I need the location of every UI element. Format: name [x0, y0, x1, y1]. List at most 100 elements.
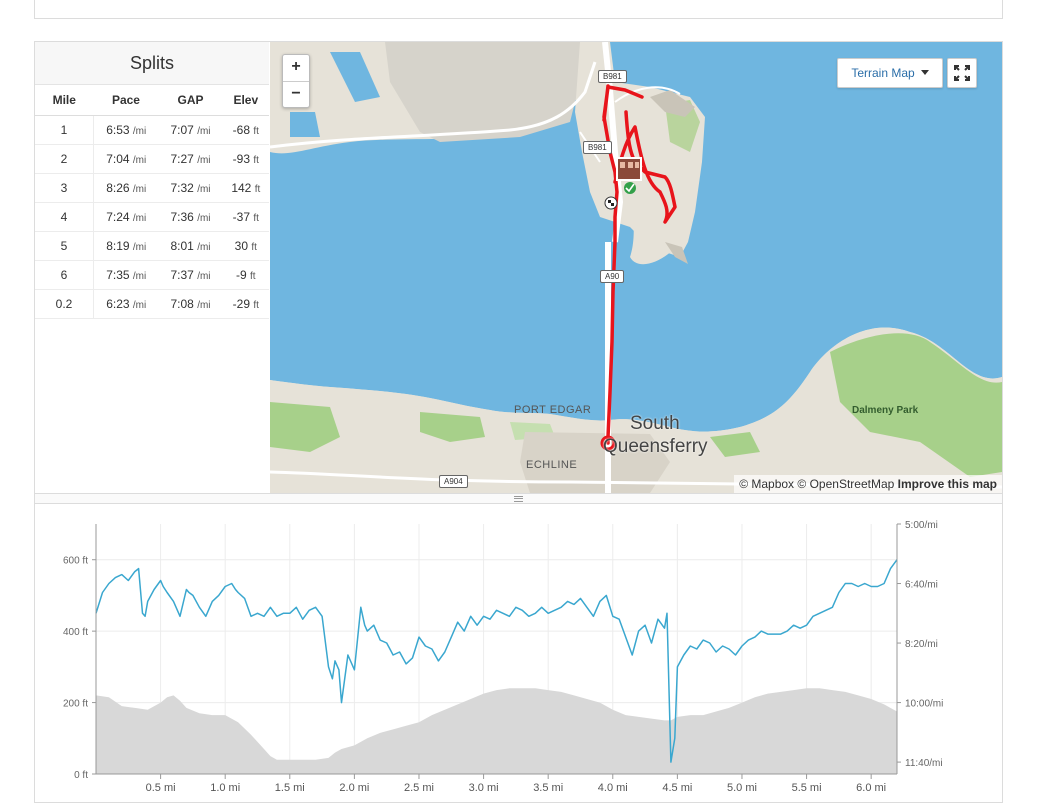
split-mile-value: 4 — [60, 210, 68, 224]
split-pace: 8:26 /mi — [93, 173, 159, 203]
y-left-tick-label: 400 ft — [63, 627, 88, 638]
split-gap-value: 7:08 — [170, 297, 194, 311]
fullscreen-button[interactable] — [947, 58, 977, 88]
zoom-in-button[interactable]: + — [283, 55, 309, 81]
x-tick-label: 1.5 mi — [275, 782, 305, 794]
split-mile-value: 6 — [60, 268, 68, 282]
split-elev: -9 ft — [222, 260, 269, 290]
split-gap: 7:07 /mi — [158, 115, 223, 145]
x-tick-label: 2.5 mi — [404, 782, 434, 794]
splits-panel: Splits Mile Pace GAP Elev 1 6:53 /mi 7:07 … — [35, 42, 269, 493]
split-row[interactable]: 3 8:26 /mi 7:32 /mi 142 ft — [35, 173, 269, 203]
x-tick-label: 1.0 mi — [210, 782, 240, 794]
splits-title: Splits — [35, 42, 269, 85]
split-row[interactable]: 1 6:53 /mi 7:07 /mi -68 ft — [35, 115, 269, 145]
previous-card-bottom — [34, 0, 1003, 19]
header-mile[interactable]: Mile — [35, 85, 94, 116]
split-elev: -29 ft — [222, 289, 269, 319]
split-mile: 5 — [35, 231, 94, 261]
header-elev[interactable]: Elev — [222, 85, 269, 116]
split-elev-value: -93 — [232, 152, 251, 166]
split-mile: 3 — [35, 173, 94, 203]
split-elev-unit: ft — [254, 184, 261, 195]
split-row[interactable]: 4 7:24 /mi 7:36 /mi -37 ft — [35, 202, 269, 232]
split-elev: -93 ft — [222, 144, 269, 174]
fullscreen-icon — [954, 65, 970, 81]
x-tick-label: 6.0 mi — [856, 782, 886, 794]
x-tick-label: 3.5 mi — [533, 782, 563, 794]
split-pace: 6:23 /mi — [93, 289, 159, 319]
split-gap-value: 7:36 — [170, 210, 194, 224]
split-pace-unit: /mi — [132, 155, 147, 166]
header-pace[interactable]: Pace — [93, 85, 159, 116]
split-pace: 7:04 /mi — [93, 144, 159, 174]
split-gap-unit: /mi — [197, 155, 211, 166]
map-type-dropdown[interactable]: Terrain Map — [837, 58, 943, 88]
elevation-area — [96, 688, 897, 774]
split-elev-unit: ft — [251, 242, 257, 253]
label-town-line1: South — [630, 413, 680, 434]
split-pace: 8:19 /mi — [93, 231, 159, 261]
split-elev-value: 142 — [231, 181, 252, 195]
route-map[interactable]: B981 B981 A90 A904 PORT EDGAR South Quee… — [270, 42, 1002, 493]
split-elev-value: -37 — [232, 210, 251, 224]
label-town-line2: Queensferry — [603, 436, 708, 457]
split-gap-value: 7:27 — [170, 152, 194, 166]
split-row[interactable]: 0.2 6:23 /mi 7:08 /mi -29 ft — [35, 289, 269, 319]
split-row[interactable]: 6 7:35 /mi 7:37 /mi -9 ft — [35, 260, 269, 290]
split-elev: 30 ft — [222, 231, 269, 261]
split-gap: 7:08 /mi — [158, 289, 223, 319]
split-mile-value: 5 — [60, 239, 68, 253]
header-gap[interactable]: GAP — [158, 85, 223, 116]
x-tick-label: 4.0 mi — [598, 782, 628, 794]
split-gap-unit: /mi — [197, 242, 211, 253]
zoom-out-button[interactable]: − — [283, 81, 309, 108]
elevation-pace-chart[interactable]: 0.5 mi 1.0 mi 1.5 mi 2.0 mi 2.5 mi 3.0 mi 3.5 … — [35, 503, 1002, 802]
split-gap-unit: /mi — [197, 184, 211, 195]
x-tick-label: 4.5 mi — [662, 782, 692, 794]
split-elev: -37 ft — [222, 202, 269, 232]
caret-down-icon — [920, 70, 929, 75]
x-tick-label: 5.5 mi — [792, 782, 822, 794]
split-gap-value: 8:01 — [170, 239, 194, 253]
grip-icon — [514, 496, 523, 502]
x-tick-label: 0.5 mi — [146, 782, 176, 794]
split-row[interactable]: 5 8:19 /mi 8:01 /mi 30 ft — [35, 231, 269, 261]
split-pace: 7:35 /mi — [93, 260, 159, 290]
split-pace-value: 7:04 — [106, 152, 130, 166]
label-echline: ECHLINE — [526, 459, 578, 471]
split-elev: 142 ft — [222, 173, 269, 203]
split-row[interactable]: 2 7:04 /mi 7:27 /mi -93 ft — [35, 144, 269, 174]
y-right-tick-label: 6:40/mi — [905, 580, 938, 591]
y-right-tick-label: 10:00/mi — [905, 699, 943, 710]
y-left-tick-label: 0 ft — [74, 770, 88, 781]
road-shield-a904: A904 — [439, 475, 468, 488]
split-pace-value: 7:24 — [106, 210, 130, 224]
photo-thumbnail[interactable] — [616, 157, 642, 181]
attribution-mapbox[interactable]: © Mapbox — [739, 477, 794, 491]
analysis-panel: Splits Mile Pace GAP Elev 1 6:53 /mi 7:07 … — [34, 41, 1003, 803]
split-gap: 7:32 /mi — [158, 173, 223, 203]
split-elev-unit: ft — [250, 271, 256, 282]
improve-map-link[interactable]: Improve this map — [898, 477, 997, 491]
zoom-control: + − — [282, 54, 310, 108]
start-marker[interactable] — [624, 182, 636, 194]
road-shield-a90: A90 — [600, 270, 625, 283]
split-gap: 7:36 /mi — [158, 202, 223, 232]
split-elev-unit: ft — [253, 126, 259, 137]
split-gap-value: 7:07 — [170, 123, 194, 137]
split-mile: 4 — [35, 202, 94, 232]
split-elev: -68 ft — [222, 115, 269, 145]
x-tick-label: 3.0 mi — [469, 782, 499, 794]
split-elev-value: -9 — [236, 268, 247, 282]
y-right-tick-label: 5:00/mi — [905, 520, 938, 531]
y-left-tick-label: 600 ft — [63, 556, 88, 567]
split-mile: 2 — [35, 144, 94, 174]
split-mile-value: 1 — [60, 123, 68, 137]
split-elev-unit: ft — [253, 155, 259, 166]
split-elev-value: 30 — [234, 239, 249, 253]
split-pace-value: 8:19 — [106, 239, 130, 253]
y-right-tick-label: 8:20/mi — [905, 639, 938, 650]
attribution-osm[interactable]: © OpenStreetMap — [797, 477, 894, 491]
split-gap-value: 7:32 — [170, 181, 194, 195]
